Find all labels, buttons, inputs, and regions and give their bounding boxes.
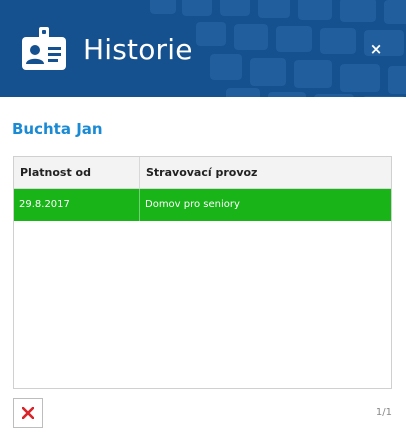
history-table: Platnost od Stravovací provoz 29.8.2017 … (13, 156, 392, 389)
column-header-canteen[interactable]: Stravovací provoz (140, 157, 391, 188)
close-button[interactable]: × (366, 38, 386, 60)
dialog-header: Historie × (0, 0, 406, 97)
close-icon[interactable]: × (370, 40, 383, 58)
cell-valid-from: 29.8.2017 (14, 189, 140, 221)
id-card-icon (21, 27, 67, 71)
pagination-indicator: 1/1 (375, 407, 392, 418)
dialog-title: Historie (83, 33, 193, 66)
person-name: Buchta Jan (12, 120, 103, 138)
cell-canteen: Domov pro seniory (145, 199, 240, 210)
column-header-valid-from[interactable]: Platnost od (14, 157, 140, 188)
delete-x-icon (22, 407, 34, 419)
table-header: Platnost od Stravovací provoz (14, 157, 391, 189)
delete-button[interactable] (13, 398, 43, 428)
table-row[interactable]: 29.8.2017 Domov pro seniory (14, 189, 391, 221)
